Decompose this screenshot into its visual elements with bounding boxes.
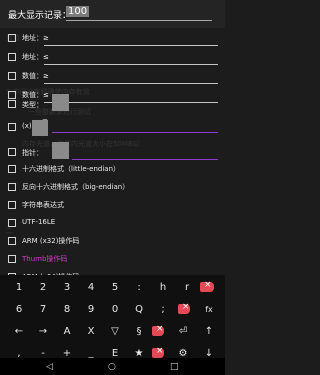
row-label: ARM (x32)操作码 — [22, 237, 80, 245]
key-0[interactable]: 0 — [106, 298, 124, 320]
key-fx[interactable]: fx — [200, 298, 218, 320]
row-type[interactable]: 类型： — [8, 92, 218, 114]
checkbox[interactable] — [8, 53, 16, 61]
checkbox[interactable] — [8, 123, 16, 131]
key-up[interactable]: ↑ — [200, 320, 218, 342]
key-4[interactable]: 4 — [82, 276, 100, 298]
key-a[interactable]: A — [58, 320, 76, 342]
checkbox[interactable] — [8, 100, 16, 108]
row-thumb[interactable]: Thumb操作码 — [8, 251, 218, 269]
row-hex-le[interactable]: 十六进制格式（little-endian） — [8, 161, 218, 179]
recent-apps-icon[interactable]: □ — [170, 362, 179, 372]
row-label: 类型： — [22, 101, 43, 109]
key-2[interactable]: 2 — [34, 276, 52, 298]
delete-icon[interactable] — [200, 280, 214, 292]
key-colon[interactable]: : — [130, 276, 148, 298]
row-addr-le[interactable]: 地址：≤ — [8, 49, 218, 67]
delete-forward-icon[interactable] — [152, 346, 164, 358]
key-3[interactable]: 3 — [58, 276, 76, 298]
row-label: 字符串表达式 — [22, 201, 64, 209]
row-label: 数值：≥ — [22, 72, 49, 80]
max-records-value: 100 — [66, 6, 90, 17]
checkbox[interactable] — [8, 34, 16, 42]
row-string[interactable]: 字符串表达式 — [8, 197, 218, 215]
row-x[interactable]: (x) = — [8, 115, 218, 137]
checkbox[interactable] — [8, 255, 16, 263]
max-records-input[interactable]: 100 — [66, 6, 212, 21]
key-semicolon[interactable]: ; — [154, 298, 172, 320]
row-utf16[interactable]: UTF-16LE — [8, 215, 218, 233]
checkbox[interactable] — [8, 148, 16, 156]
row-label: Thumb操作码 — [22, 255, 68, 263]
row-label: UTF-16LE — [22, 218, 56, 226]
purple-line — [72, 158, 218, 160]
x-selector[interactable] — [32, 120, 48, 136]
key-return[interactable]: ⏎ — [174, 320, 192, 342]
key-right[interactable]: → — [34, 320, 52, 342]
key-q[interactable]: Q — [130, 298, 148, 320]
key-r[interactable]: r — [178, 276, 196, 298]
type-selector[interactable] — [52, 94, 69, 111]
key-collapse[interactable]: ▽ — [106, 320, 124, 342]
key-6[interactable]: 6 — [10, 298, 28, 320]
purple-line — [52, 131, 218, 133]
checkbox[interactable] — [8, 183, 16, 191]
clear-icon[interactable] — [178, 302, 190, 314]
key-left[interactable]: ← — [10, 320, 28, 342]
checkbox[interactable] — [8, 165, 16, 173]
back-icon[interactable]: ◁ — [46, 362, 53, 372]
row-label: (x) — [22, 122, 32, 130]
max-records-label: 最大显示记录： — [8, 11, 72, 21]
key-5[interactable]: 5 — [106, 276, 124, 298]
row-label: 地址：≥ — [22, 34, 49, 42]
backspace-icon[interactable] — [152, 324, 164, 336]
pointer-selector[interactable] — [52, 142, 69, 159]
row-addr-ge[interactable]: 地址：≥ — [8, 30, 218, 48]
key-9[interactable]: 9 — [82, 298, 100, 320]
input-line[interactable] — [44, 45, 218, 46]
input-line[interactable] — [44, 64, 218, 65]
checkbox[interactable] — [8, 72, 16, 80]
row-hex-be[interactable]: 反向十六进制格式（big-endian） — [8, 179, 218, 197]
row-label: 地址：≤ — [22, 53, 49, 61]
row-value-ge[interactable]: 数值：≥ — [8, 68, 218, 86]
input-line[interactable] — [44, 83, 218, 84]
row-label: 十六进制格式（little-endian） — [22, 165, 121, 173]
checkbox[interactable] — [8, 219, 16, 227]
row-label: 指针： — [22, 149, 43, 157]
key-7[interactable]: 7 — [34, 298, 52, 320]
key-1[interactable]: 1 — [10, 276, 28, 298]
key-8[interactable]: 8 — [58, 298, 76, 320]
row-arm32[interactable]: ARM (x32)操作码 — [8, 233, 218, 251]
checkbox[interactable] — [8, 201, 16, 209]
max-records-bar: 最大显示记录： 100 — [0, 0, 225, 28]
home-icon[interactable]: ○ — [108, 362, 116, 372]
row-pointer[interactable]: 指针： — [8, 140, 218, 162]
checkbox[interactable] — [8, 237, 16, 245]
key-section[interactable]: § — [130, 320, 148, 342]
key-x[interactable]: X — [82, 320, 100, 342]
row-label: 反向十六进制格式（big-endian） — [22, 183, 130, 191]
key-h[interactable]: h — [154, 276, 172, 298]
